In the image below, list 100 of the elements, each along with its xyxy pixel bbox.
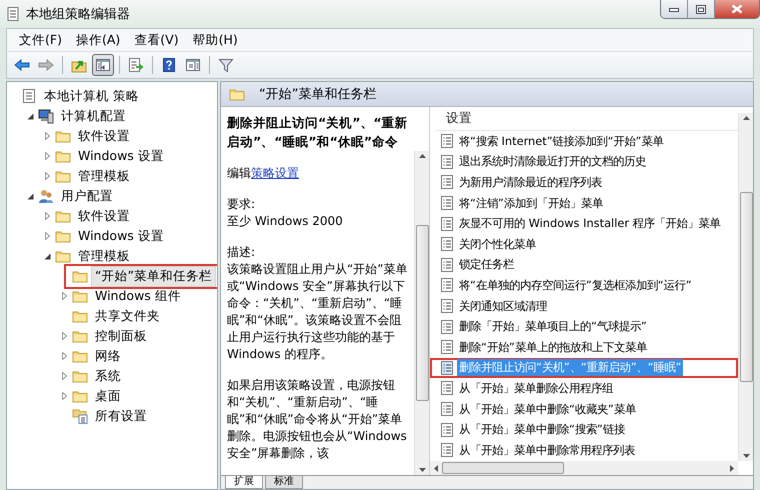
setting-icon [440,298,454,314]
scroll-down-icon [742,454,750,458]
setting-icon [440,422,454,438]
setting-item[interactable]: 锁定任务栏 [457,256,516,274]
collapsed-arrow-icon[interactable] [45,232,50,240]
collapsed-arrow-icon[interactable] [45,152,50,160]
setting-item[interactable]: 退出系统时清除最近打开的文档的历史 [457,153,648,170]
filter-icon [218,57,234,73]
menu-item[interactable]: 操作(A) [70,30,126,50]
setting-item[interactable]: 删除「开始」菜单项目上的“气球提示” [457,318,649,336]
horizontal-scrollbar[interactable] [430,461,738,475]
expanded-arrow-icon[interactable] [27,192,34,200]
maximize-button[interactable] [687,0,714,18]
setting-icon [440,174,454,190]
close-button[interactable] [714,0,759,18]
scroll-left-icon [434,464,438,472]
setting-item[interactable]: 关闭通知区域清理 [457,298,549,315]
description-scrollbar[interactable] [414,151,429,475]
setting-item[interactable]: 为新用户清除最近的程序列表 [457,174,604,191]
policy-document-icon [6,6,20,22]
setting-item[interactable]: 从「开始」菜单中删除“收藏夹”菜单 [457,400,638,418]
users-icon [38,188,54,204]
tree-item[interactable]: 网络 [91,346,125,366]
setting-item[interactable]: 删除“开始”菜单上的拖放和上下文菜单 [457,338,649,356]
list-scrollbar[interactable] [738,113,753,461]
setting-icon [440,401,454,418]
close-icon [731,4,743,14]
scroll-down-icon [418,468,426,472]
view-tab[interactable]: 扩展 [225,476,263,489]
column-header[interactable]: 设置 [436,107,738,131]
setting-icon [440,256,454,273]
policy-settings-link[interactable]: 策略设置 [251,166,299,180]
setting-icon [440,195,454,212]
tree-item[interactable]: Windows 设置 [74,226,168,246]
setting-icon [440,318,454,335]
scroll-right-icon [730,464,734,472]
setting-icon [440,154,454,170]
collapsed-arrow-icon[interactable] [45,172,50,180]
tree-item[interactable]: 管理模板 [74,246,134,266]
tree-item[interactable]: 软件设置 [74,126,134,146]
edit-label: 编辑 [227,166,251,180]
tree-item[interactable]: 桌面 [91,386,125,406]
expanded-arrow-icon[interactable] [44,252,51,260]
expanded-arrow-icon[interactable] [27,112,34,120]
tree-item[interactable]: 共享文件夹 [91,306,164,326]
collapsed-arrow-icon[interactable] [62,352,67,360]
setting-item[interactable]: 从「开始」菜单删除公用程序组 [457,380,615,397]
setting-icon [440,216,454,232]
setting-title: 删除并阻止访问“关机”、“重新启动”、“睡眠”和“休眠”命令 [227,114,409,151]
view-tab[interactable]: 标准 [265,476,303,489]
window-title: 本地组策略编辑器 [26,6,131,23]
console-tree-icon [95,57,111,73]
setting-item[interactable]: 将“注销”添加到「开始」菜单 [457,194,605,212]
setting-item[interactable]: 将“搜索 Internet”链接添加到“开始”菜单 [457,132,666,150]
tree-item[interactable]: 系统 [91,366,125,386]
setting-icon [440,339,454,356]
tree-item[interactable]: 用户配置 [57,186,117,206]
menu-item[interactable]: 查看(V) [128,30,185,50]
collapsed-arrow-icon[interactable] [62,332,67,340]
setting-icon [440,277,454,294]
scrollbar-thumb[interactable] [740,192,752,382]
description-text: 该策略设置阻止用户从“开始”菜单或“Windows 安全”屏幕执行以下命令：“关机”、“重新启动”、“睡眠”和“休眠”。该策略设置不会阻止用户运行执行这些功能的基于 Windows 的程序。 [227,261,408,363]
tree-item[interactable]: 计算机配置 [57,106,130,126]
tree-item[interactable]: 所有设置 [91,406,151,426]
minimize-button[interactable] [661,0,687,18]
collapsed-arrow-icon[interactable] [62,392,67,400]
collapsed-arrow-icon[interactable] [45,212,50,220]
requirements-text: 至少 Windows 2000 [227,213,344,230]
tree-item[interactable]: 控制面板 [91,326,151,346]
scrollbar-thumb[interactable] [416,224,428,402]
collapsed-arrow-icon[interactable] [62,292,67,300]
setting-icon [440,442,454,458]
tree-item[interactable]: 本地计算机 策略 [40,86,143,106]
menu-item[interactable]: 帮助(H) [186,30,244,50]
toolbar-button[interactable] [92,54,114,76]
setting-item[interactable]: 从「开始」菜单中删除“搜索”链接 [457,421,627,438]
setting-icon [440,360,454,376]
back-arrow-icon [14,57,30,73]
setting-item[interactable]: 从「开始」菜单中删除常用程序列表 [457,442,637,459]
scroll-up-icon [418,154,426,158]
forward-arrow-icon [38,57,54,73]
settings-list-icon [72,408,88,424]
tree-item[interactable]: Windows 设置 [74,146,168,166]
tree-item[interactable]: 管理模板 [74,166,134,186]
tree-item[interactable]: 软件设置 [74,206,134,226]
menu-item[interactable]: 文件(F) [13,30,68,50]
collapsed-arrow-icon[interactable] [45,132,50,140]
setting-item[interactable]: 关闭个性化菜单 [457,236,538,253]
action-pane-icon [185,57,201,73]
tree-item[interactable]: “开始”菜单和任务栏 [91,266,216,286]
description-label: 描述: [227,244,256,261]
tree-item[interactable]: Windows 组件 [91,286,185,306]
setting-icon [440,380,454,396]
pane-title: “开始”菜单和任务栏 [259,86,376,103]
setting-icon [440,133,454,150]
setting-item[interactable]: 将“在单独的内存空间运行”复选框添加到“运行” [457,276,694,294]
computer-icon [38,108,54,124]
collapsed-arrow-icon[interactable] [62,372,67,380]
scroll-up-icon [742,116,750,120]
setting-item[interactable]: 灰显不可用的 Windows Installer 程序「开始」菜单 [457,215,723,232]
